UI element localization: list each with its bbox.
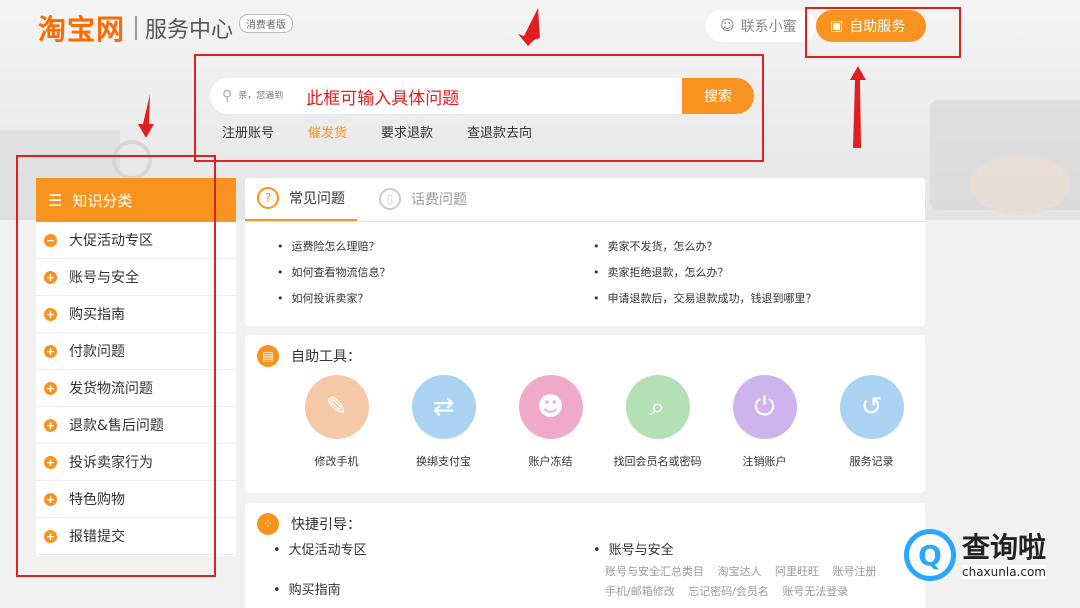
tools-grid: ✎ 修改手机 ⇄ 换绑支付宝 ☻ 账户冻结 ⌕ 找回会员名或密码 ⏻ 注销账户 ↺ 服务记录 bbox=[245, 367, 925, 469]
faq-list: 运费险怎么理赔？ 卖家不发货，怎么办？ 如何查看物流信息？ 卖家拒绝退款，怎么办… bbox=[245, 222, 925, 306]
annotation-box-sidebar bbox=[16, 155, 216, 577]
guide-content: 大促活动专区 购买指南 账号与安全 账号与安全汇总类目 淘宝达人 阿里旺旺 账号… bbox=[245, 535, 925, 608]
faq-link[interactable]: 卖家不发货，怎么办？ bbox=[593, 238, 909, 254]
site-logo[interactable]: 淘宝网 服务中心 消费者版 bbox=[38, 8, 294, 48]
self-service-tools-panel: ▤ 自助工具： ✎ 修改手机 ⇄ 换绑支付宝 ☻ 账户冻结 ⌕ 找回会员名或密码 ⏻ 注销… bbox=[245, 335, 925, 493]
edition-badge: 消费者版 bbox=[239, 13, 294, 33]
tab-label: 话费问题 bbox=[411, 192, 467, 208]
guide-sublink[interactable]: 账号无法登录 bbox=[782, 585, 848, 598]
tool-recover-credentials[interactable]: ⌕ 找回会员名或密码 bbox=[604, 375, 711, 469]
question-icon: ? bbox=[257, 187, 279, 209]
faq-link[interactable]: 运费险怎么理赔？ bbox=[277, 238, 593, 254]
guide-sublink[interactable]: 手机/邮箱修改 bbox=[605, 585, 675, 598]
logo-divider bbox=[135, 16, 138, 40]
tool-change-phone[interactable]: ✎ 修改手机 bbox=[283, 375, 390, 469]
contact-assistant-button[interactable]: ☺ 联系小蜜 bbox=[706, 10, 816, 42]
phone-edit-icon: ✎ bbox=[304, 375, 369, 439]
faq-link[interactable]: 如何查看物流信息？ bbox=[277, 264, 593, 280]
annotation-box-self-service bbox=[805, 7, 961, 58]
document-search-icon: ⌕ bbox=[625, 375, 690, 439]
toolbox-icon: ▤ bbox=[257, 345, 279, 367]
annotation-box-search bbox=[194, 54, 764, 162]
guide-header: ⁘ 快捷引导： bbox=[245, 503, 925, 535]
guide-sublink[interactable]: 账号注册 bbox=[833, 565, 877, 578]
tools-header: ▤ 自助工具： bbox=[245, 335, 925, 367]
tool-label: 找回会员名或密码 bbox=[613, 455, 702, 468]
phone-icon: ▯ bbox=[379, 188, 401, 210]
power-icon: ⏻ bbox=[732, 375, 797, 439]
watermark: Q 查询啦 chaxunla.com bbox=[904, 520, 1070, 590]
guide-sublink[interactable]: 阿里旺旺 bbox=[775, 565, 819, 578]
faq-link[interactable]: 申请退款后，交易退款成功，钱退到哪里？ bbox=[593, 290, 909, 306]
tab-common-questions[interactable]: ? 常见问题 bbox=[245, 177, 357, 221]
tab-label: 常见问题 bbox=[289, 191, 345, 207]
guide-sublink[interactable]: 账号与安全汇总类目 bbox=[605, 565, 704, 578]
guide-sublink[interactable]: 忘记密码/会员名 bbox=[688, 585, 769, 598]
account-lock-icon: ☻ bbox=[518, 375, 583, 439]
guide-sublinks-row2: 手机/邮箱修改 忘记密码/会员名 账号无法登录 bbox=[605, 583, 858, 599]
quick-guide-panel: ⁘ 快捷引导： 大促活动专区 购买指南 账号与安全 账号与安全汇总类目 淘宝达人… bbox=[245, 503, 925, 608]
tools-title: 自助工具： bbox=[291, 349, 361, 365]
tool-freeze-account[interactable]: ☻ 账户冻结 bbox=[497, 375, 604, 469]
robot-icon: ☺ bbox=[720, 18, 735, 34]
guide-sublinks-row1: 账号与安全汇总类目 淘宝达人 阿里旺旺 账号注册 bbox=[605, 563, 887, 579]
watermark-en: chaxunla.com bbox=[962, 565, 1047, 579]
tool-label: 服务记录 bbox=[849, 455, 894, 468]
logo-service-center: 服务中心 bbox=[145, 18, 234, 43]
tool-close-account[interactable]: ⏻ 注销账户 bbox=[711, 375, 818, 469]
grid-icon: ⁘ bbox=[257, 513, 279, 535]
history-icon: ↺ bbox=[839, 375, 904, 439]
tool-label: 账户冻结 bbox=[528, 455, 573, 468]
faq-link[interactable]: 卖家拒绝退款，怎么办？ bbox=[593, 264, 909, 280]
guide-title: 快捷引导： bbox=[291, 517, 361, 533]
faq-panel: ? 常见问题 ▯ 话费问题 运费险怎么理赔？ 卖家不发货，怎么办？ 如何查看物流… bbox=[245, 178, 925, 326]
keyboard-illustration bbox=[930, 100, 1080, 215]
tool-label: 换绑支付宝 bbox=[416, 455, 471, 468]
guide-sublink[interactable]: 淘宝达人 bbox=[718, 565, 762, 578]
watermark-cn: 查询啦 bbox=[962, 531, 1047, 564]
magnifier-logo-icon: Q bbox=[904, 529, 956, 581]
tool-rebind-alipay[interactable]: ⇄ 换绑支付宝 bbox=[390, 375, 497, 469]
tab-phone-bill[interactable]: ▯ 话费问题 bbox=[367, 177, 479, 221]
guide-link-buying[interactable]: 购买指南 bbox=[273, 579, 341, 598]
guide-link-account[interactable]: 账号与安全 bbox=[593, 539, 674, 558]
faq-link[interactable]: 如何投诉卖家？ bbox=[277, 290, 593, 306]
faq-tabs: ? 常见问题 ▯ 话费问题 bbox=[245, 178, 925, 222]
watermark-text: 查询啦 chaxunla.com bbox=[962, 531, 1047, 579]
contact-label: 联系小蜜 bbox=[740, 19, 797, 35]
tool-label: 修改手机 bbox=[314, 455, 359, 468]
alipay-swap-icon: ⇄ bbox=[411, 375, 476, 439]
tool-service-history[interactable]: ↺ 服务记录 bbox=[818, 375, 925, 469]
guide-link-promo[interactable]: 大促活动专区 bbox=[273, 539, 367, 558]
logo-taobao: 淘宝网 bbox=[38, 13, 126, 46]
tool-label: 注销账户 bbox=[742, 455, 787, 468]
